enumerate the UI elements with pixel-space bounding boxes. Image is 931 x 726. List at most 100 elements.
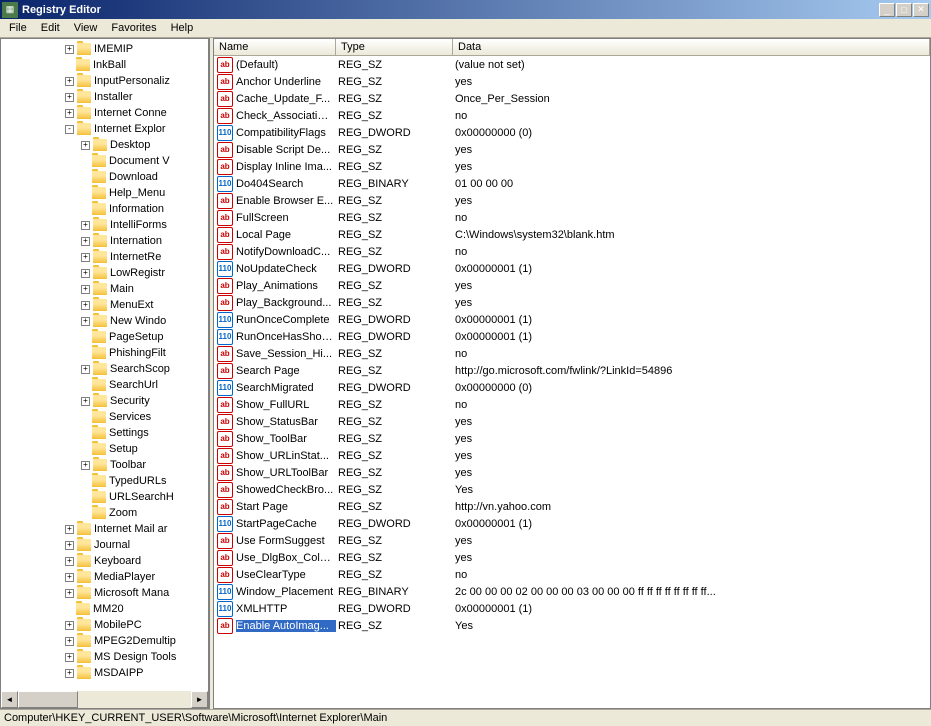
tree-item[interactable]: +New Windo: [1, 313, 208, 329]
expand-icon[interactable]: +: [65, 589, 74, 598]
expand-icon[interactable]: +: [81, 365, 90, 374]
list-body[interactable]: ab(Default)REG_SZ(value not set)abAnchor…: [214, 56, 930, 708]
tree-item[interactable]: +LowRegistr: [1, 265, 208, 281]
tree-item[interactable]: Zoom: [1, 505, 208, 521]
scroll-track[interactable]: [18, 691, 191, 708]
expand-icon[interactable]: +: [65, 525, 74, 534]
column-data[interactable]: Data: [453, 39, 930, 55]
tree-item[interactable]: TypedURLs: [1, 473, 208, 489]
value-row[interactable]: abFullScreenREG_SZno: [214, 209, 930, 226]
tree-item[interactable]: +Main: [1, 281, 208, 297]
tree-item[interactable]: +MediaPlayer: [1, 569, 208, 585]
tree-item[interactable]: Download: [1, 169, 208, 185]
tree-item[interactable]: +Installer: [1, 89, 208, 105]
tree-item[interactable]: +InternetRe: [1, 249, 208, 265]
expand-icon[interactable]: +: [81, 397, 90, 406]
tree-item[interactable]: +Journal: [1, 537, 208, 553]
expand-icon[interactable]: +: [65, 621, 74, 630]
tree-item[interactable]: PhishingFilt: [1, 345, 208, 361]
expand-icon[interactable]: +: [65, 637, 74, 646]
tree-item[interactable]: +IMEMIP: [1, 41, 208, 57]
menu-favorites[interactable]: Favorites: [104, 20, 163, 36]
tree-item[interactable]: SearchUrl: [1, 377, 208, 393]
tree-item[interactable]: Setup: [1, 441, 208, 457]
column-type[interactable]: Type: [336, 39, 453, 55]
tree-item[interactable]: +Desktop: [1, 137, 208, 153]
expand-icon[interactable]: +: [65, 573, 74, 582]
value-row[interactable]: 110SearchMigratedREG_DWORD0x00000000 (0): [214, 379, 930, 396]
titlebar[interactable]: ▦ Registry Editor _ □ ✕: [0, 0, 931, 19]
value-row[interactable]: abSearch PageREG_SZhttp://go.microsoft.c…: [214, 362, 930, 379]
value-row[interactable]: 110Window_PlacementREG_BINARY2c 00 00 00…: [214, 583, 930, 600]
value-row[interactable]: abStart PageREG_SZhttp://vn.yahoo.com: [214, 498, 930, 515]
scroll-left-button[interactable]: ◄: [1, 691, 18, 708]
expand-icon[interactable]: +: [81, 317, 90, 326]
tree-item[interactable]: PageSetup: [1, 329, 208, 345]
value-row[interactable]: 110StartPageCacheREG_DWORD0x00000001 (1): [214, 515, 930, 532]
expand-icon[interactable]: +: [65, 109, 74, 118]
scroll-right-button[interactable]: ►: [191, 691, 208, 708]
value-row[interactable]: abSave_Session_Hi...REG_SZno: [214, 345, 930, 362]
menu-help[interactable]: Help: [164, 20, 201, 36]
expand-icon[interactable]: +: [65, 653, 74, 662]
tree-item[interactable]: +Internet Conne: [1, 105, 208, 121]
value-row[interactable]: abUse FormSuggestREG_SZyes: [214, 532, 930, 549]
value-row[interactable]: abUse_DlgBox_ColorsREG_SZyes: [214, 549, 930, 566]
minimize-button[interactable]: _: [879, 3, 895, 17]
tree-item[interactable]: Document V: [1, 153, 208, 169]
value-row[interactable]: abShow_URLinStat...REG_SZyes: [214, 447, 930, 464]
value-row[interactable]: 110CompatibilityFlagsREG_DWORD0x00000000…: [214, 124, 930, 141]
value-row[interactable]: 110NoUpdateCheckREG_DWORD0x00000001 (1): [214, 260, 930, 277]
value-row[interactable]: abNotifyDownloadC...REG_SZno: [214, 243, 930, 260]
tree-item[interactable]: +MPEG2Demultip: [1, 633, 208, 649]
value-row[interactable]: abShow_StatusBarREG_SZyes: [214, 413, 930, 430]
value-row[interactable]: abAnchor UnderlineREG_SZyes: [214, 73, 930, 90]
tree-item[interactable]: Information: [1, 201, 208, 217]
tree-item[interactable]: -Internet Explor: [1, 121, 208, 137]
tree-item[interactable]: +Security: [1, 393, 208, 409]
value-row[interactable]: 110RunOnceHasShownREG_DWORD0x00000001 (1…: [214, 328, 930, 345]
value-row[interactable]: abShow_ToolBarREG_SZyes: [214, 430, 930, 447]
value-row[interactable]: 110Do404SearchREG_BINARY01 00 00 00: [214, 175, 930, 192]
expand-icon[interactable]: +: [81, 237, 90, 246]
tree-item[interactable]: +MenuExt: [1, 297, 208, 313]
value-row[interactable]: ab(Default)REG_SZ(value not set): [214, 56, 930, 73]
tree-item[interactable]: URLSearchH: [1, 489, 208, 505]
value-row[interactable]: 110RunOnceCompleteREG_DWORD0x00000001 (1…: [214, 311, 930, 328]
tree-item[interactable]: Help_Menu: [1, 185, 208, 201]
tree-item[interactable]: InkBall: [1, 57, 208, 73]
tree-item[interactable]: +Toolbar: [1, 457, 208, 473]
expand-icon[interactable]: +: [65, 93, 74, 102]
tree-item[interactable]: MM20: [1, 601, 208, 617]
expand-icon[interactable]: +: [81, 301, 90, 310]
expand-icon[interactable]: +: [81, 269, 90, 278]
value-row[interactable]: abEnable Browser E...REG_SZyes: [214, 192, 930, 209]
expand-icon[interactable]: +: [81, 285, 90, 294]
value-row[interactable]: abDisable Script De...REG_SZyes: [214, 141, 930, 158]
column-name[interactable]: Name: [214, 39, 336, 55]
value-row[interactable]: abDisplay Inline Ima...REG_SZyes: [214, 158, 930, 175]
value-row[interactable]: abPlay_AnimationsREG_SZyes: [214, 277, 930, 294]
tree-item[interactable]: +IntelliForms: [1, 217, 208, 233]
tree-item[interactable]: +MobilePC: [1, 617, 208, 633]
tree-item[interactable]: +InputPersonaliz: [1, 73, 208, 89]
tree-item[interactable]: Services: [1, 409, 208, 425]
expand-icon[interactable]: +: [65, 541, 74, 550]
tree-item[interactable]: Settings: [1, 425, 208, 441]
tree-content[interactable]: +IMEMIPInkBall+InputPersonaliz+Installer…: [1, 39, 208, 691]
value-row[interactable]: abShow_FullURLREG_SZno: [214, 396, 930, 413]
tree-item[interactable]: +SearchScop: [1, 361, 208, 377]
tree-item[interactable]: +Internet Mail ar: [1, 521, 208, 537]
menu-file[interactable]: File: [2, 20, 34, 36]
maximize-button[interactable]: □: [896, 3, 912, 17]
tree-item[interactable]: +MSDAIPP: [1, 665, 208, 681]
menu-view[interactable]: View: [67, 20, 105, 36]
value-row[interactable]: 110XMLHTTPREG_DWORD0x00000001 (1): [214, 600, 930, 617]
value-row[interactable]: abCheck_AssociationsREG_SZno: [214, 107, 930, 124]
expand-icon[interactable]: +: [81, 461, 90, 470]
value-row[interactable]: abLocal PageREG_SZC:\Windows\system32\bl…: [214, 226, 930, 243]
close-button[interactable]: ✕: [913, 3, 929, 17]
value-row[interactable]: abPlay_Background...REG_SZyes: [214, 294, 930, 311]
expand-icon[interactable]: +: [65, 45, 74, 54]
scroll-thumb[interactable]: [18, 691, 78, 708]
